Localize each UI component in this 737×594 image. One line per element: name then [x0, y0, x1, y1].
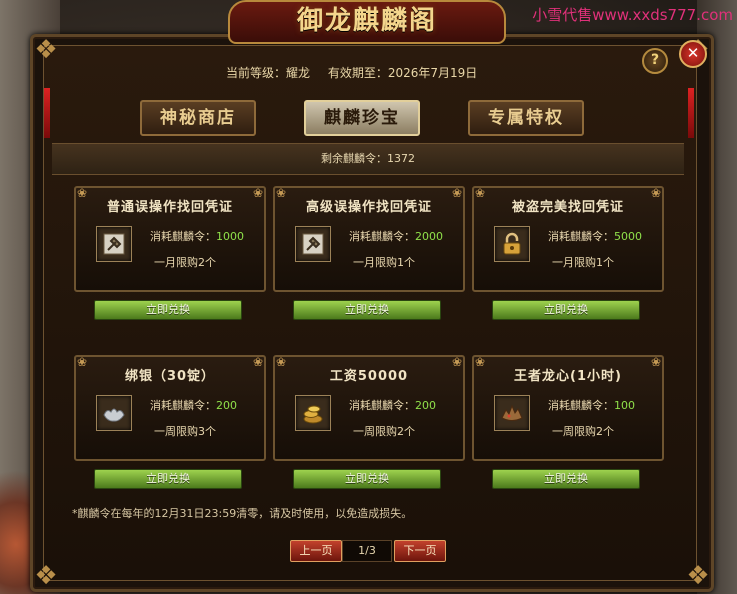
- remaining-tokens: 剩余麒麟令：1372: [52, 143, 684, 175]
- corner-ornament-bottom-left: ❖: [34, 561, 58, 591]
- item-card: ❀ ❀ 高级误操作找回凭证 消耗麒麟令：2000 一月限购1个: [273, 186, 465, 292]
- redeem-button[interactable]: 立即兑换: [293, 469, 441, 489]
- item-title: 工资50000: [329, 369, 409, 384]
- item-title: 高级误操作找回凭证: [305, 200, 432, 215]
- tassel-right: [688, 88, 694, 138]
- help-button[interactable]: ?: [642, 48, 668, 74]
- window-title: 御龙麒麟阁: [228, 0, 506, 44]
- item-title: 普通误操作找回凭证: [106, 200, 233, 215]
- silver-ingot-icon[interactable]: [96, 395, 132, 431]
- redeem-button[interactable]: 立即兑换: [94, 469, 242, 489]
- item-cost: 消耗麒麟令：200: [349, 399, 436, 412]
- item-title: 绑银（30锭）: [124, 369, 216, 384]
- item-card: ❀ ❀ 绑银（30锭） 消耗麒麟令：200 一周限购3个: [74, 355, 266, 461]
- item-cost: 消耗麒麟令：200: [150, 399, 237, 412]
- tab-exclusive-privilege[interactable]: 专属特权: [468, 100, 584, 136]
- tassel-left: [44, 88, 50, 138]
- corner-ornament-top-left: ❖: [34, 35, 58, 65]
- redeem-button[interactable]: 立即兑换: [94, 300, 242, 320]
- item-title: 被盗完美找回凭证: [511, 200, 624, 215]
- redeem-button[interactable]: 立即兑换: [492, 469, 640, 489]
- page-indicator: 1/3: [342, 540, 392, 562]
- item-card: ❀ ❀ 王者龙心(1小时) 消耗麒麟令：100 一周限购2个: [472, 355, 664, 461]
- item-cost: 消耗麒麟令：100: [548, 399, 635, 412]
- status-info: 当前等级：耀龙 有效期至：2026年7月19日: [226, 64, 491, 81]
- item-limit: 一月限购1个: [353, 256, 415, 269]
- item-cost: 消耗麒麟令：2000: [349, 230, 443, 243]
- item-limit: 一周限购3个: [154, 425, 216, 438]
- item-limit: 一周限购2个: [353, 425, 415, 438]
- watermark-text: 小雪代售www.xxds777.com: [532, 6, 733, 24]
- current-level: 当前等级：耀龙: [226, 66, 311, 80]
- close-button[interactable]: ✕: [679, 40, 707, 68]
- item-card: ❀ ❀ 被盗完美找回凭证 消耗麒麟令：5000 一月限购1个: [472, 186, 664, 292]
- hammer-icon[interactable]: [295, 226, 331, 262]
- reset-notice: *麒麟令在每年的12月31日23:59清零，请及时使用，以免造成损失。: [72, 507, 413, 520]
- hammer-icon[interactable]: [96, 226, 132, 262]
- expiry-date: 有效期至：2026年7月19日: [327, 66, 478, 80]
- item-card: ❀ ❀ 工资50000 消耗麒麟令：200 一周限购2个: [273, 355, 465, 461]
- item-cost: 消耗麒麟令：5000: [548, 230, 642, 243]
- tab-qilin-treasure[interactable]: 麒麟珍宝: [304, 100, 420, 136]
- item-card: ❀ ❀ 普通误操作找回凭证 消耗麒麟令：1000 一月限购2个: [74, 186, 266, 292]
- lock-icon[interactable]: [494, 226, 530, 262]
- corner-ornament-bottom-right: ❖: [686, 561, 710, 591]
- item-cost: 消耗麒麟令：1000: [150, 230, 244, 243]
- item-limit: 一月限购2个: [154, 256, 216, 269]
- tab-mystery-shop[interactable]: 神秘商店: [140, 100, 256, 136]
- next-page-button[interactable]: 下一页: [394, 540, 446, 562]
- item-limit: 一月限购1个: [552, 256, 614, 269]
- redeem-button[interactable]: 立即兑换: [293, 300, 441, 320]
- gold-coins-icon[interactable]: [295, 395, 331, 431]
- prev-page-button[interactable]: 上一页: [290, 540, 342, 562]
- dragon-icon[interactable]: [494, 395, 530, 431]
- item-limit: 一周限购2个: [552, 425, 614, 438]
- item-title: 王者龙心(1小时): [514, 369, 622, 384]
- redeem-button[interactable]: 立即兑换: [492, 300, 640, 320]
